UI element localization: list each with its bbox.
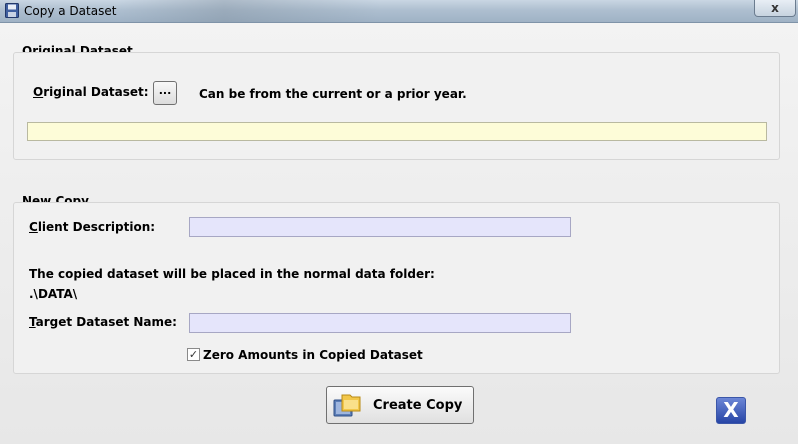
create-copy-button[interactable]: Create Copy bbox=[326, 386, 474, 424]
window-title: Copy a Dataset bbox=[24, 4, 117, 18]
browse-original-dataset-button[interactable]: ... bbox=[153, 81, 177, 105]
create-copy-label: Create Copy bbox=[373, 398, 463, 413]
close-x-icon[interactable]: X bbox=[716, 397, 746, 424]
window-close-button[interactable]: x bbox=[754, 0, 796, 17]
original-dataset-group bbox=[13, 52, 780, 160]
original-dataset-label: Original Dataset: bbox=[33, 85, 149, 99]
original-dataset-path-field[interactable] bbox=[27, 122, 767, 141]
zero-amounts-checkbox[interactable]: ✓ bbox=[187, 348, 200, 361]
target-dataset-name-field[interactable] bbox=[189, 313, 571, 333]
title-bar-glass bbox=[120, 0, 380, 22]
floppy-disk-icon bbox=[5, 3, 19, 18]
target-dataset-name-label: Target Dataset Name: bbox=[29, 315, 177, 329]
zero-amounts-label[interactable]: Zero Amounts in Copied Dataset bbox=[203, 348, 423, 362]
data-folder-path: .\DATA\ bbox=[29, 287, 78, 301]
copy-folder-icon bbox=[333, 394, 361, 417]
client-description-field[interactable] bbox=[189, 217, 571, 237]
title-bar[interactable]: Copy a Dataset x bbox=[0, 0, 798, 23]
placement-note: The copied dataset will be placed in the… bbox=[29, 267, 435, 281]
client-description-label: Client Description: bbox=[29, 220, 156, 234]
original-dataset-hint: Can be from the current or a prior year. bbox=[199, 87, 467, 101]
